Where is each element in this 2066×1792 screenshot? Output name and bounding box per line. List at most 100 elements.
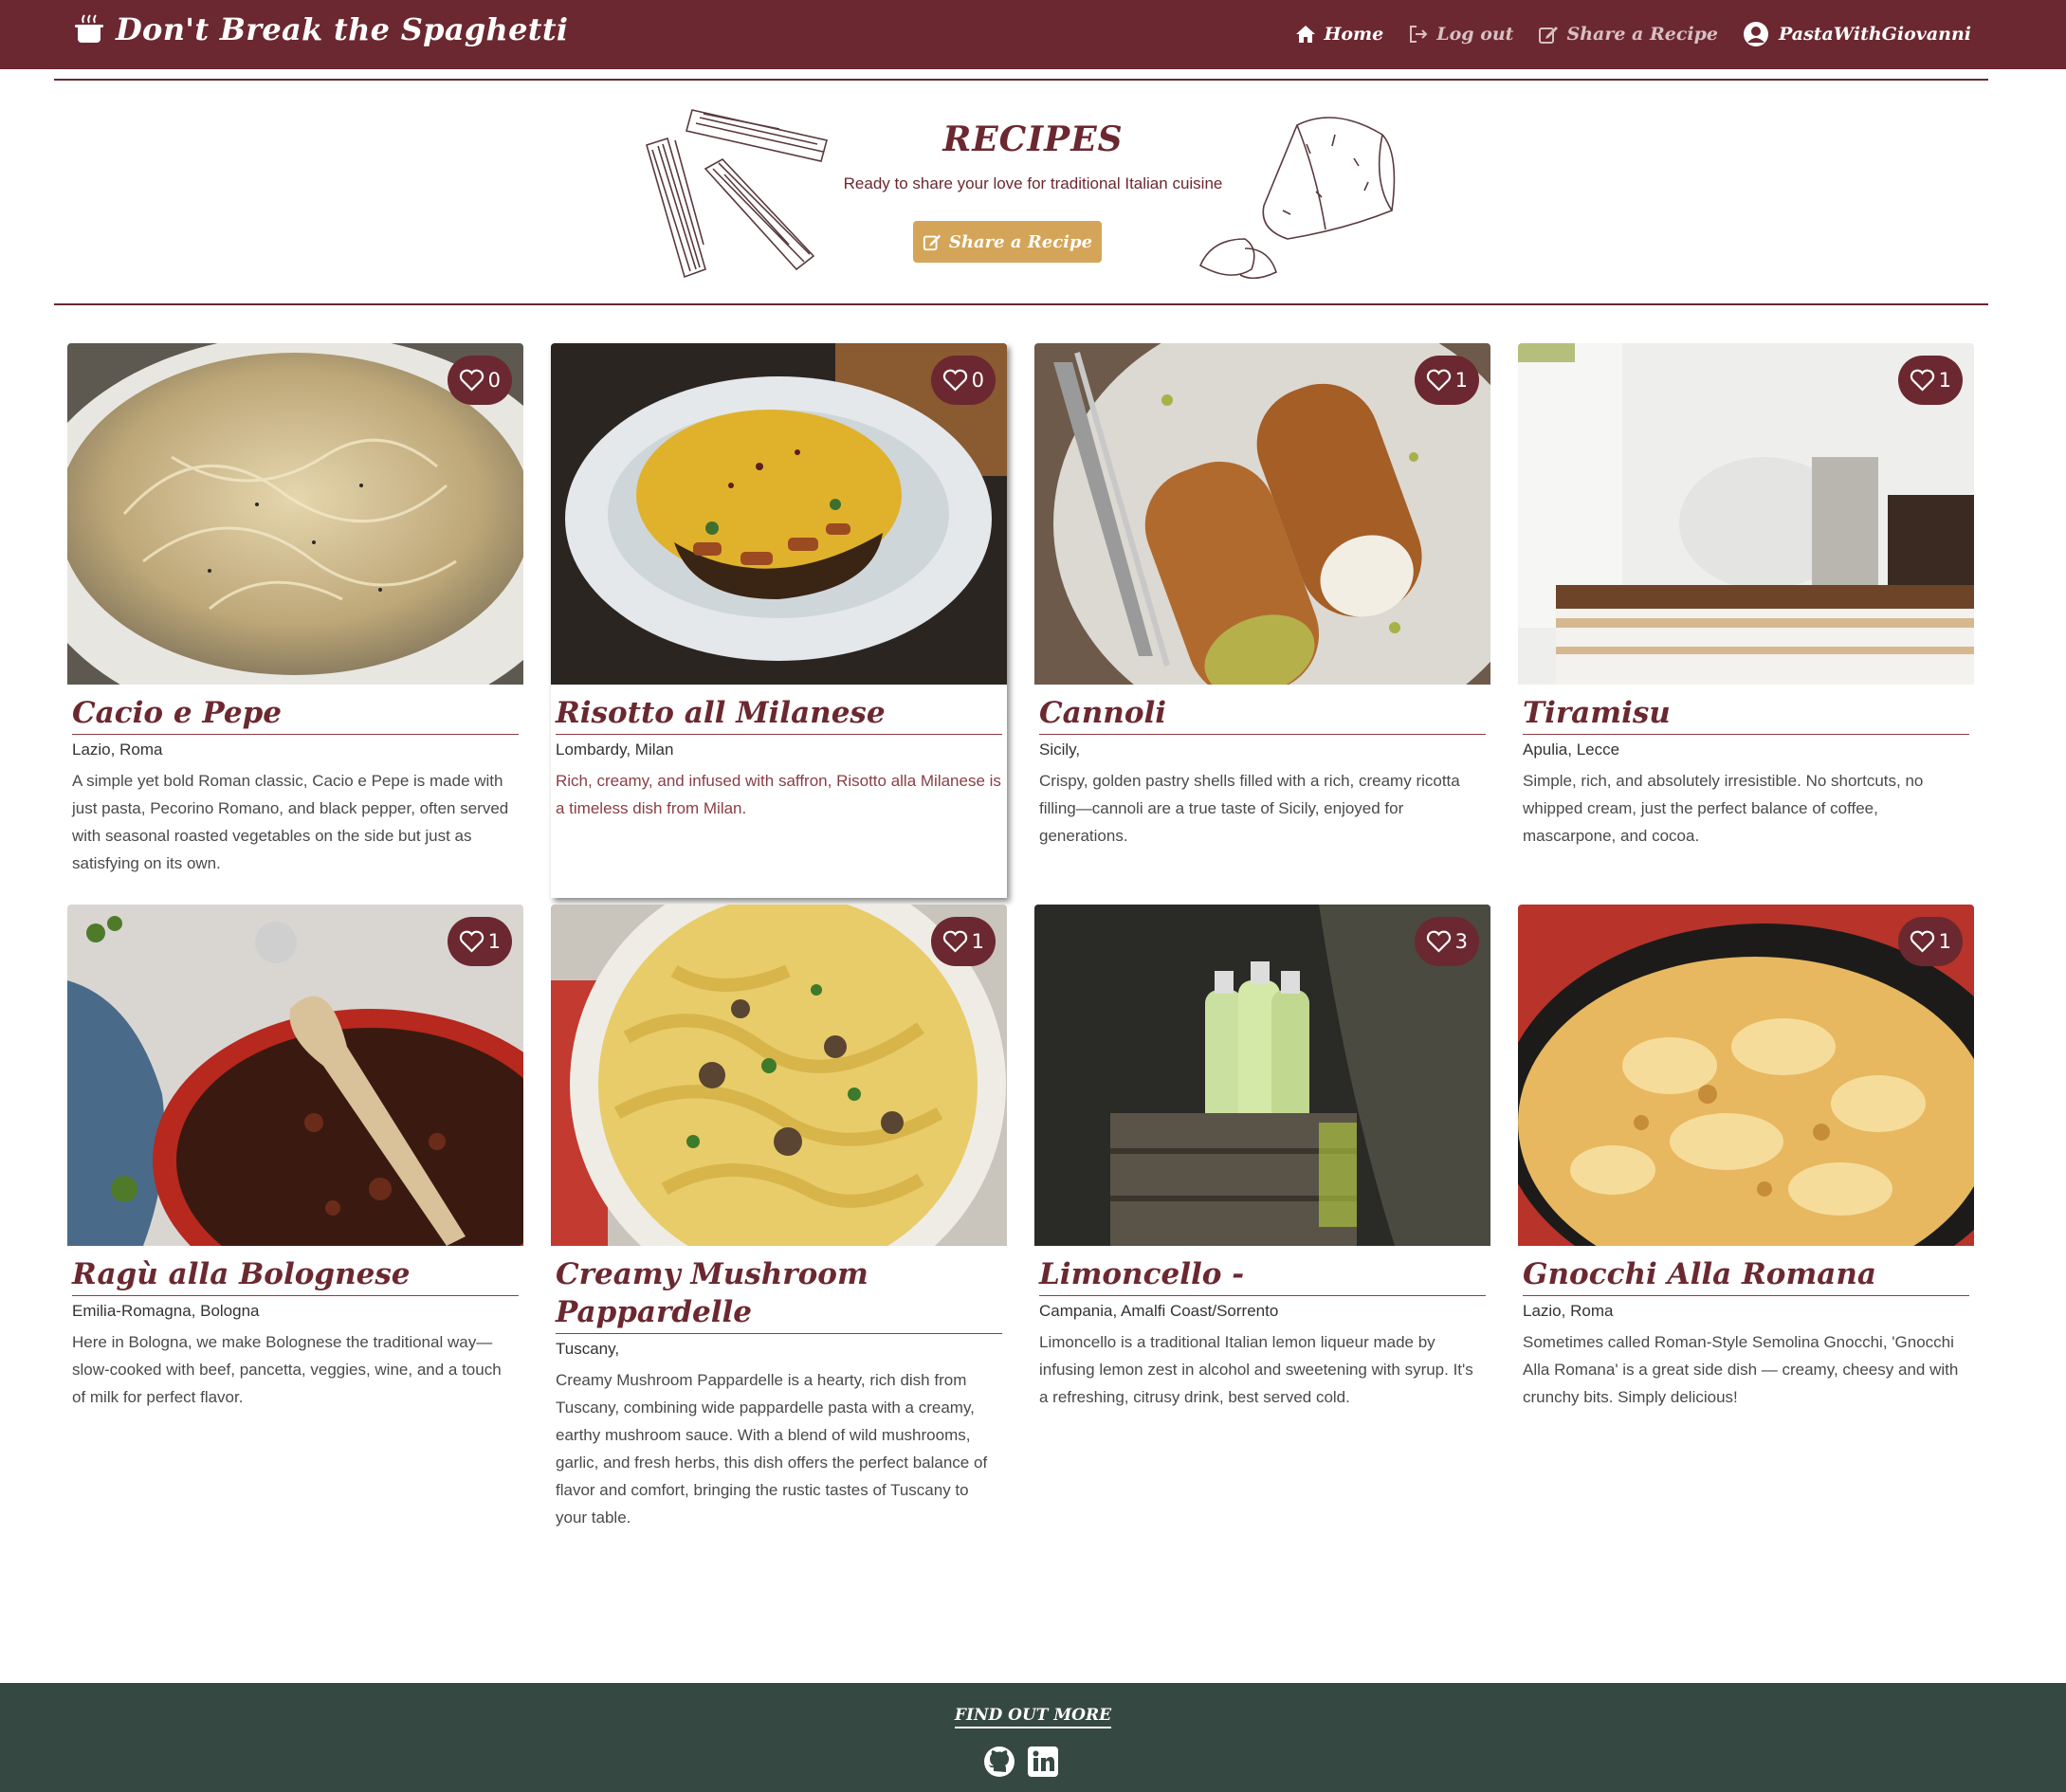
brand-link[interactable]: Don't Break the Spaghetti	[72, 11, 568, 47]
recipe-location: Lombardy, Milan	[556, 741, 674, 759]
recipe-card[interactable]: 1 Tiramisu Apulia, Lecce Simple, rich, a…	[1518, 343, 1974, 850]
recipe-location: Tuscany,	[556, 1340, 620, 1358]
heart-icon	[942, 930, 967, 953]
heart-icon	[942, 369, 967, 392]
edit-icon	[1539, 27, 1559, 44]
nav-profile-link[interactable]: PastaWithGiovanni	[1743, 21, 1971, 47]
recipe-location: Campania, Amalfi Coast/Sorrento	[1039, 1302, 1279, 1320]
pot-icon	[75, 14, 103, 43]
recipe-card[interactable]: 0 Risotto all Milanese Lombardy, Milan R…	[551, 343, 1007, 898]
brand-name: Don't Break the Spaghetti	[116, 11, 569, 47]
nav-links: Home Log out Share a Recipe PastaWithGio…	[1295, 21, 1971, 47]
recipe-location: Lazio, Roma	[1523, 1302, 1614, 1320]
recipe-description: Limoncello is a traditional Italian lemo…	[1039, 1333, 1473, 1406]
recipe-card[interactable]: 3 Limoncello - Campania, Amalfi Coast/So…	[1034, 905, 1490, 1411]
nav-logout-label: Log out	[1436, 24, 1514, 45]
recipe-image[interactable]: 3	[1034, 905, 1490, 1246]
recipe-location: Emilia-Romagna, Bologna	[72, 1302, 260, 1320]
recipe-location: Apulia, Lecce	[1523, 741, 1620, 759]
recipe-title[interactable]: Ragù alla Bolognese	[72, 1255, 519, 1296]
recipe-title[interactable]: Limoncello -	[1039, 1255, 1486, 1296]
recipe-description: Here in Bologna, we make Bolognese the t…	[72, 1333, 502, 1406]
recipe-image[interactable]: 1	[1518, 343, 1974, 685]
recipe-image[interactable]: 0	[551, 343, 1007, 685]
github-icon[interactable]	[983, 1746, 1015, 1778]
nav-home-link[interactable]: Home	[1295, 24, 1383, 45]
footer-title: FIND OUT MORE	[0, 1706, 2066, 1728]
like-button[interactable]: 0	[930, 356, 996, 405]
nav-logout-link[interactable]: Log out	[1408, 24, 1513, 45]
recipe-location: Sicily,	[1039, 741, 1081, 759]
recipe-card-body: Cannoli Sicily, Crispy, golden pastry sh…	[1034, 685, 1490, 850]
heart-icon	[459, 930, 484, 953]
recipe-image[interactable]: 1	[1518, 905, 1974, 1246]
like-button[interactable]: 3	[1414, 917, 1479, 966]
recipe-card[interactable]: 1 Ragù alla Bolognese Emilia-Romagna, Bo…	[67, 905, 523, 1411]
recipe-description: Sometimes called Roman-Style Semolina Gn…	[1523, 1333, 1959, 1406]
heart-icon	[1910, 930, 1934, 953]
recipe-card[interactable]: 1 Cannoli Sicily, Crispy, golden pastry …	[1034, 343, 1490, 850]
recipe-card-body: Limoncello - Campania, Amalfi Coast/Sorr…	[1034, 1246, 1490, 1411]
recipe-title[interactable]: Cannoli	[1039, 694, 1486, 735]
like-count: 1	[487, 930, 501, 953]
heart-icon	[1426, 369, 1451, 392]
recipe-description: Creamy Mushroom Pappardelle is a hearty,…	[556, 1371, 988, 1527]
like-count: 0	[487, 369, 501, 392]
share-recipe-button[interactable]: Share a Recipe	[913, 221, 1102, 263]
recipe-card-body: Tiramisu Apulia, Lecce Simple, rich, and…	[1518, 685, 1974, 850]
like-count: 1	[1938, 930, 1951, 953]
like-count: 0	[971, 369, 984, 392]
recipe-card[interactable]: 1 Gnocchi Alla Romana Lazio, Roma Someti…	[1518, 905, 1974, 1411]
recipe-card-body: Risotto all Milanese Lombardy, Milan Ric…	[551, 685, 1007, 822]
hero-bottom-divider	[54, 303, 1988, 305]
footer: FIND OUT MORE	[0, 1683, 2066, 1792]
recipe-card[interactable]: 1 Creamy Mushroom Pappardelle Tuscany, C…	[551, 905, 1007, 1531]
nav-share-link[interactable]: Share a Recipe	[1538, 24, 1718, 45]
recipe-description: Rich, creamy, and infused with saffron, …	[556, 772, 1001, 817]
recipe-card-body: Creamy Mushroom Pappardelle Tuscany, Cre…	[551, 1246, 1007, 1531]
recipe-title[interactable]: Creamy Mushroom Pappardelle	[556, 1255, 1002, 1334]
recipe-card-body: Cacio e Pepe Lazio, Roma A simple yet bo…	[67, 685, 523, 877]
share-recipe-button-label: Share a Recipe	[948, 231, 1093, 252]
hero-subtitle: Ready to share your love for traditional…	[843, 174, 1223, 192]
nav-home-label: Home	[1324, 24, 1384, 45]
recipe-title[interactable]: Tiramisu	[1523, 694, 1969, 735]
recipe-image[interactable]: 1	[551, 905, 1007, 1246]
like-button[interactable]: 1	[1897, 917, 1963, 966]
logout-icon	[1410, 26, 1428, 43]
hero-top-divider	[54, 79, 1988, 81]
recipe-description: Simple, rich, and absolutely irresistibl…	[1523, 772, 1924, 845]
nav-share-label: Share a Recipe	[1566, 24, 1718, 45]
recipe-card-body: Ragù alla Bolognese Emilia-Romagna, Bolo…	[67, 1246, 523, 1411]
hero-title: RECIPES	[942, 119, 1124, 159]
recipe-image[interactable]: 1	[67, 905, 523, 1246]
recipe-image[interactable]: 1	[1034, 343, 1490, 685]
like-button[interactable]: 1	[447, 917, 512, 966]
heart-icon	[459, 369, 484, 392]
like-button[interactable]: 0	[447, 356, 512, 405]
recipe-description: Crispy, golden pastry shells filled with…	[1039, 772, 1460, 845]
footer-social-links	[983, 1746, 1059, 1778]
recipe-image[interactable]: 0	[67, 343, 523, 685]
like-count: 1	[971, 930, 984, 953]
edit-icon	[923, 234, 942, 251]
recipe-description: A simple yet bold Roman classic, Cacio e…	[72, 772, 509, 872]
like-count: 1	[1454, 369, 1468, 392]
nav-username: PastaWithGiovanni	[1779, 24, 1971, 45]
linkedin-icon[interactable]	[1027, 1746, 1059, 1778]
home-icon	[1296, 26, 1316, 43]
recipe-title[interactable]: Risotto all Milanese	[556, 694, 1002, 735]
heart-icon	[1426, 930, 1451, 953]
heart-icon	[1910, 369, 1934, 392]
like-button[interactable]: 1	[1897, 356, 1963, 405]
recipe-title[interactable]: Gnocchi Alla Romana	[1523, 1255, 1969, 1296]
like-button[interactable]: 1	[930, 917, 996, 966]
recipe-location: Lazio, Roma	[72, 741, 163, 759]
like-count: 3	[1454, 930, 1468, 953]
navbar: Don't Break the Spaghetti Home Log out S…	[0, 0, 2066, 69]
user-avatar-icon	[1744, 22, 1768, 46]
recipe-card[interactable]: 0 Cacio e Pepe Lazio, Roma A simple yet …	[67, 343, 523, 877]
recipe-title[interactable]: Cacio e Pepe	[72, 694, 519, 735]
like-count: 1	[1938, 369, 1951, 392]
like-button[interactable]: 1	[1414, 356, 1479, 405]
